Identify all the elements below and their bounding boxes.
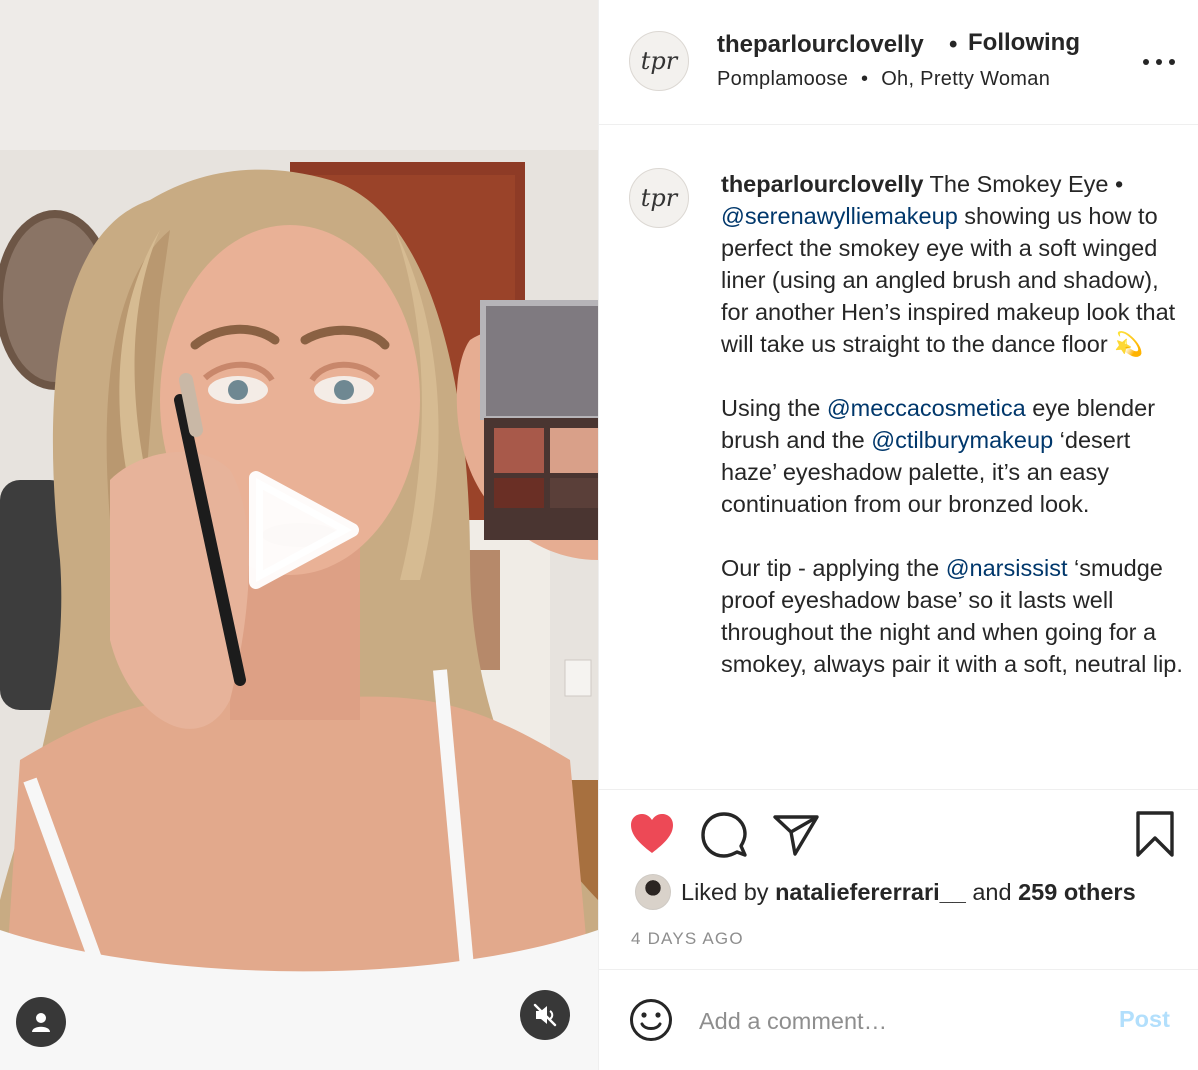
liked-by-label: Liked by [681,878,776,905]
mention-link[interactable]: @narsissist [946,555,1068,581]
mention-link[interactable]: @serenawylliemakeup [721,203,958,229]
bookmark-icon [1136,811,1174,857]
author-username-link[interactable]: theparlourclovelly [717,31,924,59]
caption-text-run: Using the [721,395,827,421]
audio-artist-link[interactable]: Pomplamoose [717,68,848,90]
add-comment-bar: Post [599,969,1198,1070]
caption-paragraph-3: Our tip - applying the @narsissist ‘smud… [721,552,1191,680]
post-actions: Liked by nataliefererrari__ and 259 othe… [599,789,1198,969]
audio-track-link[interactable]: Oh, Pretty Woman [881,68,1050,90]
following-button[interactable]: Following [968,29,1080,57]
mention-link[interactable]: @ctilburymakeup [871,427,1053,453]
caption-author-avatar[interactable]: tpr [629,168,689,228]
emoji-button[interactable] [629,998,673,1047]
post-timestamp[interactable]: 4 DAYS AGO [631,929,744,949]
audio-attribution: Pomplamoose • Oh, Pretty Woman [717,68,1050,91]
post-comment-button[interactable]: Post [1119,1006,1170,1033]
likes-text: Liked by nataliefererrari__ and 259 othe… [681,879,1136,906]
liker-avatar[interactable] [635,874,671,910]
comment-icon [701,812,747,858]
caption-paragraph-1: theparlourclovelly The Smokey Eye • @ser… [721,168,1191,360]
caption-section[interactable]: tpr theparlourclovelly The Smokey Eye • … [599,126,1198,788]
post-video[interactable] [0,0,598,1070]
play-button[interactable] [244,470,360,590]
caption-text: theparlourclovelly The Smokey Eye • @ser… [721,168,1191,712]
post-header: tpr theparlourclovelly • Following Pompl… [599,0,1198,125]
likes-summary: Liked by nataliefererrari__ and 259 othe… [635,874,1136,910]
comment-input[interactable] [699,998,1099,1044]
liked-by-and: and [965,878,1019,905]
audio-separator: • [861,68,869,90]
comment-button[interactable] [701,812,747,863]
caption-text-run: Our tip - applying the [721,555,946,581]
play-icon [249,471,359,589]
paper-plane-icon [773,815,819,856]
muted-speaker-icon [533,1003,557,1027]
author-avatar[interactable]: tpr [629,31,689,91]
mute-toggle-button[interactable] [520,990,570,1040]
liker-username-link[interactable]: nataliefererrari__ [775,879,966,905]
caption-text-run: The Smokey Eye • [923,171,1124,197]
share-button[interactable] [773,814,819,861]
sparkle-emoji: 💫 [1114,331,1144,357]
header-separator: • [949,31,958,58]
smiley-icon [630,999,672,1041]
like-button[interactable] [629,812,675,861]
mention-link[interactable]: @meccacosmetica [827,395,1026,421]
caption-paragraph-2: Using the @meccacosmetica eye blender br… [721,392,1191,520]
more-options-button[interactable] [1143,52,1175,72]
likes-count-link[interactable]: 259 others [1018,879,1136,905]
heart-filled-icon [631,814,673,853]
save-button[interactable] [1135,810,1175,863]
user-icon [32,1013,50,1032]
post-side-panel: tpr theparlourclovelly • Following Pompl… [598,0,1198,1070]
more-horizontal-icon [1143,59,1175,65]
tagged-users-button[interactable] [16,997,66,1047]
caption-username-link[interactable]: theparlourclovelly [721,171,923,197]
